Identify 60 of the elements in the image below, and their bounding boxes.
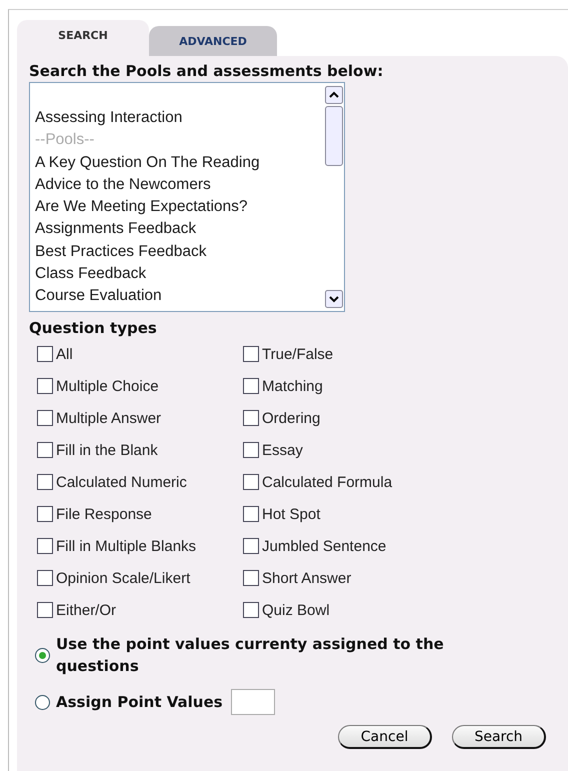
checkbox-label: Hot Spot xyxy=(262,506,320,522)
checkbox[interactable] xyxy=(37,474,53,490)
checkbox[interactable] xyxy=(37,570,53,586)
checkbox-label: Multiple Answer xyxy=(56,410,162,426)
checkbox-label: Matching xyxy=(262,378,323,394)
checkbox-label: Fill in Multiple Blanks xyxy=(56,538,196,554)
action-button[interactable]: Search xyxy=(452,725,546,749)
point-value-field[interactable] xyxy=(230,689,275,715)
radio-label: Assign Point Values xyxy=(56,692,223,713)
list-option[interactable]: Course Evaluation xyxy=(35,285,319,308)
list-option[interactable]: Class Feedback xyxy=(35,263,319,286)
tab[interactable]: SEARCH xyxy=(17,20,149,56)
checkbox[interactable] xyxy=(243,538,259,554)
checkbox-label: Either/Or xyxy=(56,602,116,618)
scrollbar[interactable] xyxy=(324,83,344,311)
scroll-up-icon[interactable] xyxy=(325,86,343,104)
checkbox[interactable] xyxy=(243,570,259,586)
checkbox-label: Fill in the Blank xyxy=(56,442,158,458)
checkbox-label: Essay xyxy=(262,442,303,458)
scroll-down-icon[interactable] xyxy=(325,290,343,308)
list-option[interactable]: Advice to the Newcomers xyxy=(35,174,319,196)
listbox-label: Search the Pools and assessments below: xyxy=(29,62,384,80)
checkbox-label: File Response xyxy=(56,506,152,522)
checkbox[interactable] xyxy=(243,506,259,522)
checkbox-label: Jumbled Sentence xyxy=(262,538,386,554)
checkbox[interactable] xyxy=(243,602,259,618)
list-option[interactable]: A Key Question On The Reading xyxy=(35,152,319,174)
checkbox-label: Quiz Bowl xyxy=(262,602,330,618)
radio-button[interactable] xyxy=(35,694,50,710)
checkbox-label: Opinion Scale/Likert xyxy=(56,570,190,586)
checkbox[interactable] xyxy=(37,378,53,394)
checkbox[interactable] xyxy=(243,410,259,426)
checkbox[interactable] xyxy=(243,346,259,362)
list-option[interactable]: Best Practices Feedback xyxy=(35,240,319,264)
list-option[interactable]: Assignments Feedback xyxy=(35,218,319,241)
checkbox[interactable] xyxy=(37,442,53,458)
list-option[interactable]: Are We Meeting Expectations? xyxy=(35,196,319,218)
radio-button[interactable] xyxy=(35,648,50,662)
checkbox[interactable] xyxy=(243,442,259,458)
list-option[interactable]: Assessing Interaction xyxy=(35,107,319,130)
checkbox-label: All xyxy=(56,346,73,362)
checkbox[interactable] xyxy=(243,378,259,394)
section-heading: Question types xyxy=(29,319,158,337)
checkbox-label: Multiple Choice xyxy=(56,378,159,394)
checkbox[interactable] xyxy=(37,602,53,618)
checkbox-label: True/False xyxy=(262,346,334,362)
checkbox[interactable] xyxy=(37,346,53,362)
tab[interactable]: ADVANCED xyxy=(149,26,277,56)
checkbox-label: Short Answer xyxy=(262,570,352,586)
action-button[interactable]: Cancel xyxy=(338,725,432,749)
checkbox[interactable] xyxy=(37,538,53,554)
radio-label: Use the point values currenty assigned to the questions xyxy=(56,634,445,677)
checkbox[interactable] xyxy=(243,474,259,490)
checkbox[interactable] xyxy=(37,506,53,522)
checkbox-label: Calculated Formula xyxy=(262,474,392,490)
checkbox-label: Calculated Numeric xyxy=(56,474,187,490)
checkbox[interactable] xyxy=(37,410,53,426)
pool-listbox[interactable]: Assessing Interaction --Pools-- A Key Question On The Reading Advice to the Newcomers Are We Meeting Expectations? Assignments Feedback Best Practices Feedback Class Feedback Course Evaluation xyxy=(29,82,345,312)
scroll-thumb[interactable] xyxy=(325,106,343,166)
checkbox-label: Ordering xyxy=(262,410,320,426)
